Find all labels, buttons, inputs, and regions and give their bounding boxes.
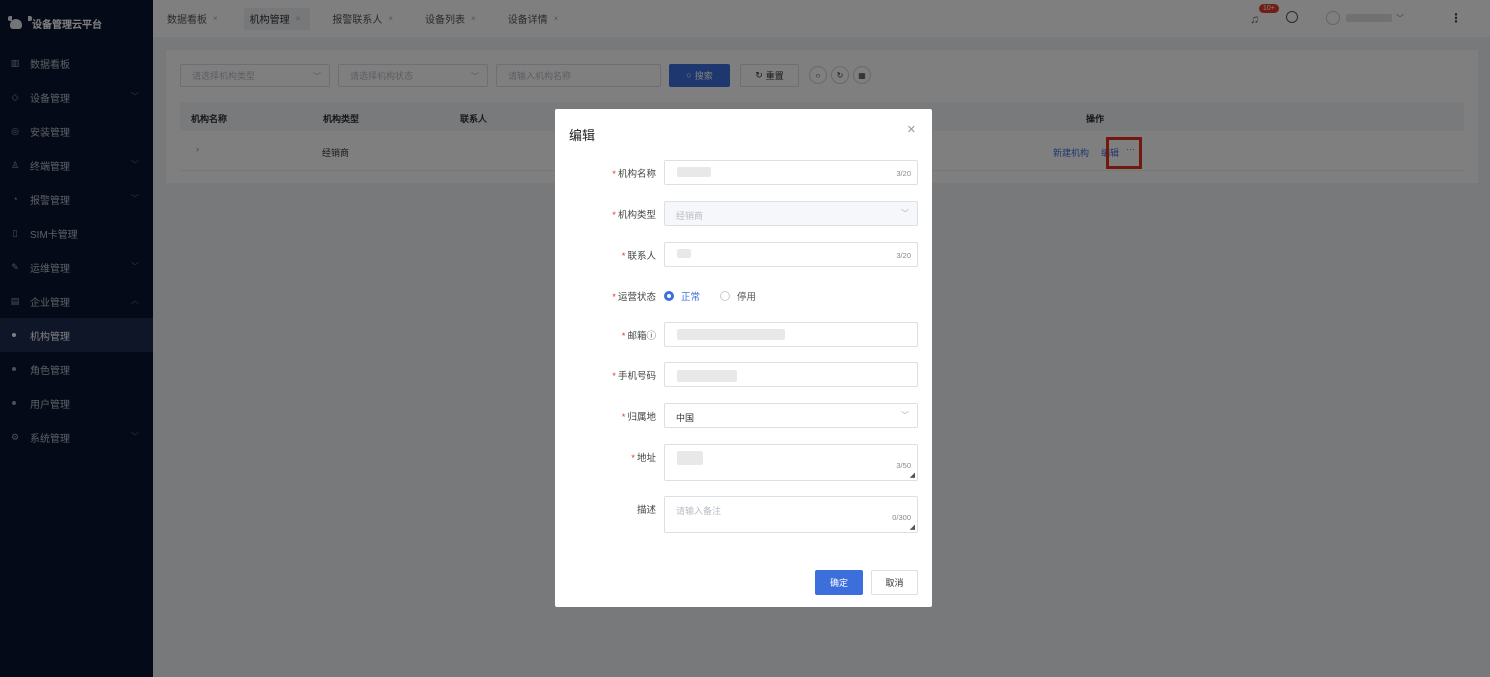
form-row-address: * 地址 3/50 ◢ — [555, 444, 932, 481]
radio-normal[interactable] — [664, 291, 674, 301]
form-row-phone: * 手机号码 — [555, 362, 932, 388]
value-blurred — [677, 451, 703, 465]
field-label: * 邮箱ⓘ — [621, 331, 656, 342]
cancel-button[interactable]: 取消 — [871, 570, 918, 595]
label-text: 归属地 — [627, 412, 656, 423]
region-select[interactable]: 中国 ﹀ — [664, 403, 918, 428]
org-name-field[interactable]: 3/20 — [664, 160, 918, 185]
label-text: 机构类型 — [617, 210, 656, 221]
status-radio-group: 正常 停用 — [664, 289, 776, 303]
value-blurred — [677, 167, 711, 177]
label-text: 描述 — [636, 505, 656, 516]
field-label: * 地址 — [631, 453, 656, 464]
address-textarea[interactable]: 3/50 ◢ — [664, 444, 918, 481]
radio-label-disabled[interactable]: 停用 — [737, 289, 756, 303]
form-row-desc: 描述 请输入备注 0/300 ◢ — [555, 496, 932, 533]
org-type-select[interactable]: 经销商 ﹀ — [664, 201, 918, 226]
close-icon[interactable]: ✕ — [907, 123, 916, 136]
form-row-status: * 运营状态 正常 停用 — [555, 283, 932, 309]
char-count: 0/300 — [892, 513, 911, 522]
contact-field[interactable]: 3/20 — [664, 242, 918, 267]
form-row-region: * 归属地 中国 ﹀ — [555, 403, 932, 429]
phone-field[interactable] — [664, 362, 918, 387]
select-value: 经销商 — [676, 211, 704, 221]
label-text: 联系人 — [627, 251, 656, 262]
form-row-type: * 机构类型 经销商 ﹀ — [555, 201, 932, 227]
edit-dialog: 编辑 ✕ * 机构名称 3/20 * 机构类型 经销商 ﹀ * 联系人 3/20 * 运… — [555, 109, 932, 607]
dialog-title: 编辑 — [569, 128, 596, 143]
chevron-down-icon: ﹀ — [901, 411, 909, 420]
resize-handle-icon[interactable]: ◢ — [910, 523, 915, 531]
textarea-placeholder: 请输入备注 — [676, 506, 722, 516]
label-text: 手机号码 — [617, 371, 656, 382]
label-text: 邮箱ⓘ — [627, 331, 656, 342]
field-label: * 手机号码 — [612, 371, 656, 382]
form-row-contact: * 联系人 3/20 — [555, 242, 932, 268]
label-text: 地址 — [636, 453, 656, 464]
char-count: 3/50 — [896, 461, 911, 470]
label-text: 机构名称 — [617, 169, 656, 180]
value-blurred — [677, 329, 785, 340]
confirm-button[interactable]: 确定 — [815, 570, 863, 595]
radio-label-normal[interactable]: 正常 — [681, 289, 700, 303]
field-label: * 联系人 — [621, 251, 656, 262]
radio-disabled[interactable] — [720, 291, 731, 301]
field-label: * 机构类型 — [612, 210, 656, 221]
char-count: 3/20 — [896, 169, 911, 178]
field-label: * 运营状态 — [612, 292, 656, 303]
field-label: * 机构名称 — [612, 169, 656, 180]
value-blurred — [677, 249, 691, 258]
form-row-name: * 机构名称 3/20 — [555, 160, 932, 186]
field-label: 描述 — [637, 502, 656, 516]
label-text: 运营状态 — [617, 292, 656, 303]
form-row-email: * 邮箱ⓘ — [555, 322, 932, 348]
select-value: 中国 — [676, 413, 695, 423]
description-textarea[interactable]: 请输入备注 0/300 ◢ — [664, 496, 918, 533]
value-blurred — [677, 370, 737, 382]
email-field[interactable] — [664, 322, 918, 347]
field-label: * 归属地 — [621, 412, 656, 423]
char-count: 3/20 — [896, 251, 911, 260]
resize-handle-icon[interactable]: ◢ — [910, 471, 915, 479]
chevron-down-icon: ﹀ — [901, 209, 909, 218]
